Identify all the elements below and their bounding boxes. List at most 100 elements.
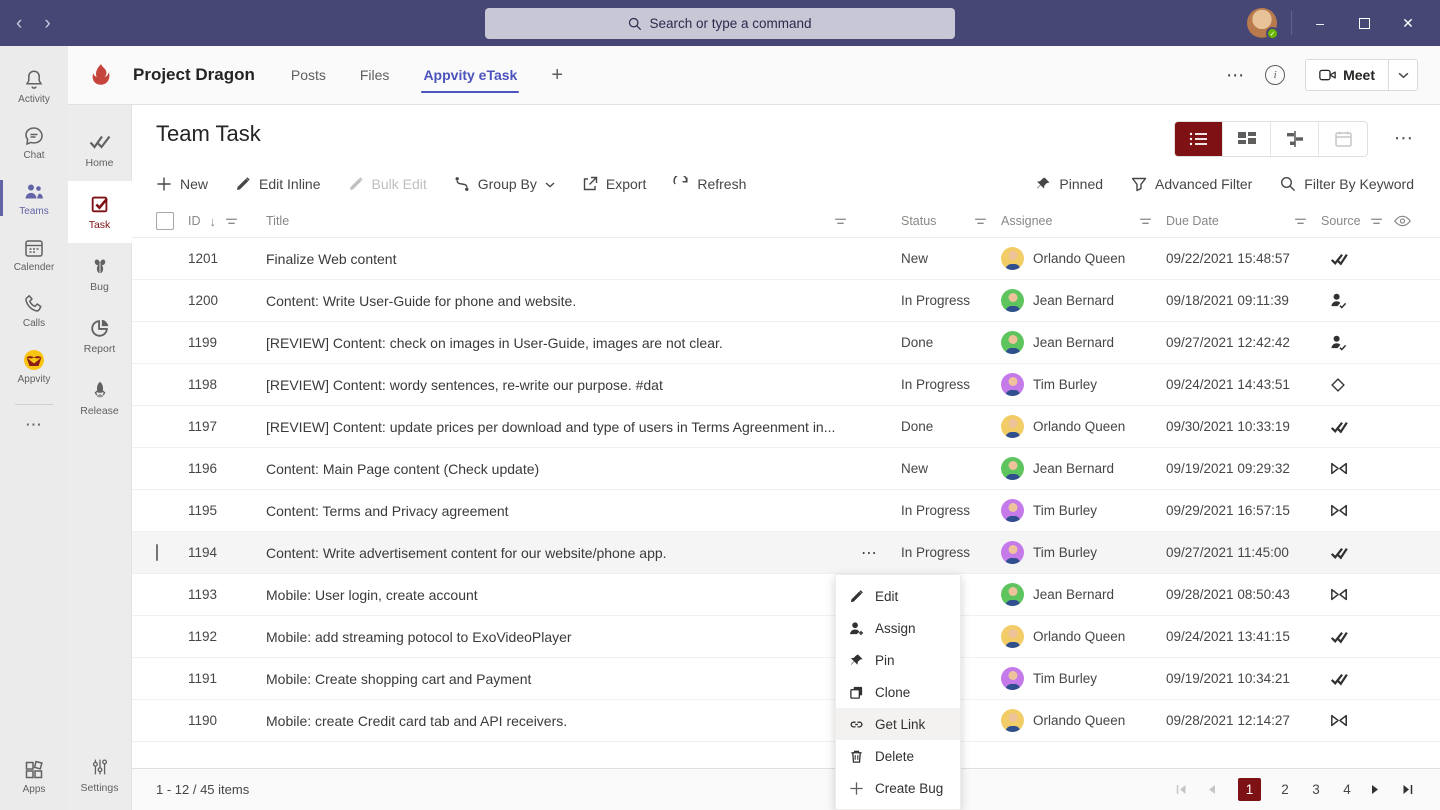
task-title[interactable]: Content: Write User-Guide for phone and … [266, 293, 861, 309]
column-header-source[interactable]: Source [1321, 214, 1361, 228]
more-apps-icon[interactable]: ⋯ [25, 415, 43, 435]
task-title[interactable]: Content: Write advertisement content for… [266, 545, 861, 561]
info-icon[interactable]: i [1265, 65, 1286, 85]
tab-posts[interactable]: Posts [291, 67, 326, 83]
bulk-edit-button[interactable]: Bulk Edit [348, 176, 427, 192]
sidebar-item-settings[interactable]: Settings [68, 744, 132, 806]
first-page-button[interactable] [1176, 784, 1190, 795]
filter-icon[interactable] [974, 217, 987, 226]
list-view-button[interactable] [1175, 122, 1223, 156]
filter-icon[interactable] [1139, 217, 1152, 226]
page-button-3[interactable]: 3 [1309, 782, 1323, 797]
filter-icon[interactable] [225, 217, 238, 226]
sidebar-item-bug[interactable]: Bug [68, 243, 132, 305]
last-page-button[interactable] [1402, 784, 1416, 795]
prev-page-button[interactable] [1207, 784, 1221, 795]
sidebar-item-report[interactable]: Report [68, 305, 132, 367]
select-all-checkbox[interactable] [156, 212, 174, 230]
table-row[interactable]: 1192 Mobile: add streaming potocol to Ex… [132, 616, 1440, 658]
menu-item-pin[interactable]: Pin [836, 644, 960, 676]
table-row[interactable]: 1190 Mobile: create Credit card tab and … [132, 700, 1440, 742]
filter-icon[interactable] [834, 217, 847, 226]
meet-button[interactable]: Meet [1305, 59, 1389, 91]
close-button[interactable]: ✕ [1386, 0, 1430, 46]
page-more-icon[interactable]: ⋯ [1394, 127, 1414, 150]
column-header-due-date[interactable]: Due Date [1166, 214, 1219, 228]
task-title[interactable]: Mobile: add streaming potocol to ExoVide… [266, 629, 861, 645]
add-tab-icon[interactable]: + [551, 64, 563, 87]
minimize-button[interactable]: – [1298, 0, 1342, 46]
sidebar-item-teams[interactable]: Teams [0, 170, 68, 226]
tab-appvity-etask[interactable]: Appvity eTask [421, 67, 520, 93]
sidebar-item-task[interactable]: Task [67, 181, 132, 243]
table-row[interactable]: 1199 [REVIEW] Content: check on images i… [132, 322, 1440, 364]
column-header-status[interactable]: Status [901, 214, 936, 228]
menu-item-delete[interactable]: Delete [836, 740, 960, 772]
menu-item-edit[interactable]: Edit [836, 580, 960, 612]
table-row[interactable]: 1196 Content: Main Page content (Check u… [132, 448, 1440, 490]
board-view-button[interactable] [1223, 122, 1271, 156]
calendar-view-button[interactable] [1319, 122, 1367, 156]
sidebar-item-home[interactable]: Home [68, 119, 132, 181]
task-title[interactable]: Content: Terms and Privacy agreement [266, 503, 861, 519]
edit-inline-button[interactable]: Edit Inline [235, 176, 321, 192]
sidebar-item-appvity[interactable]: Appvity [0, 338, 68, 394]
task-title[interactable]: [REVIEW] Content: check on images in Use… [266, 335, 861, 351]
task-title[interactable]: Mobile: Create shopping cart and Payment [266, 671, 861, 687]
table-row[interactable]: 1195 Content: Terms and Privacy agreemen… [132, 490, 1440, 532]
meet-dropdown-button[interactable] [1389, 59, 1418, 91]
new-button[interactable]: New [156, 176, 208, 192]
page-button-1[interactable]: 1 [1238, 778, 1261, 801]
maximize-button[interactable] [1342, 0, 1386, 46]
page-button-4[interactable]: 4 [1340, 782, 1354, 797]
page-button-2[interactable]: 2 [1278, 782, 1292, 797]
menu-item-get-link[interactable]: Get Link [836, 708, 960, 740]
sidebar-item-release[interactable]: Release [68, 367, 132, 429]
filter-by-keyword-button[interactable]: Filter By Keyword [1280, 176, 1414, 192]
empty-row [132, 742, 1440, 768]
task-title[interactable]: Content: Main Page content (Check update… [266, 461, 861, 477]
channel-more-icon[interactable]: ⋯ [1226, 65, 1245, 86]
task-title[interactable]: [REVIEW] Content: update prices per down… [266, 419, 861, 435]
table-row[interactable]: 1201 Finalize Web content ⋯ New Orlando … [132, 238, 1440, 280]
table-row[interactable]: 1197 [REVIEW] Content: update prices per… [132, 406, 1440, 448]
menu-item-create-bug[interactable]: Create Bug [836, 772, 960, 804]
row-more-icon[interactable]: ⋯ [861, 545, 878, 562]
table-row[interactable]: 1193 Mobile: User login, create account … [132, 574, 1440, 616]
refresh-button[interactable]: Refresh [673, 175, 746, 192]
user-avatar[interactable]: ✓ [1247, 8, 1279, 40]
tab-files[interactable]: Files [360, 67, 390, 83]
advanced-filter-button[interactable]: Advanced Filter [1131, 176, 1252, 192]
sidebar-item-chat[interactable]: Chat [0, 114, 68, 170]
menu-item-clone[interactable]: Clone [836, 676, 960, 708]
pinned-button[interactable]: Pinned [1035, 176, 1103, 192]
column-header-id[interactable]: ID [188, 214, 201, 228]
column-header-title[interactable]: Title [266, 214, 289, 228]
sidebar-item-calender[interactable]: Calender [0, 226, 68, 282]
column-header-assignee[interactable]: Assignee [1001, 214, 1052, 228]
filter-icon[interactable] [1370, 217, 1383, 226]
table-row[interactable]: 1191 Mobile: Create shopping cart and Pa… [132, 658, 1440, 700]
task-title[interactable]: Finalize Web content [266, 251, 861, 267]
forward-icon[interactable]: › [44, 14, 50, 33]
sidebar-item-activity[interactable]: Activity [0, 58, 68, 114]
table-row[interactable]: 1198 [REVIEW] Content: wordy sentences, … [132, 364, 1440, 406]
sidebar-item-apps[interactable]: Apps [0, 748, 68, 804]
filter-icon[interactable] [1294, 217, 1307, 226]
row-checkbox[interactable] [156, 544, 158, 561]
menu-item-assign[interactable]: Assign [836, 612, 960, 644]
search-input[interactable]: Search or type a command [485, 8, 955, 39]
timeline-view-button[interactable] [1271, 122, 1319, 156]
group-by-button[interactable]: Group By [454, 176, 555, 192]
table-row[interactable]: 1194 Content: Write advertisement conten… [132, 532, 1440, 574]
eye-icon[interactable] [1394, 215, 1411, 227]
task-title[interactable]: [REVIEW] Content: wordy sentences, re-wr… [266, 377, 861, 393]
sidebar-item-calls[interactable]: Calls [0, 282, 68, 338]
sort-desc-icon[interactable]: ↓ [210, 214, 217, 229]
export-button[interactable]: Export [582, 176, 646, 192]
back-icon[interactable]: ‹ [16, 14, 22, 33]
table-row[interactable]: 1200 Content: Write User-Guide for phone… [132, 280, 1440, 322]
next-page-button[interactable] [1371, 784, 1385, 795]
task-title[interactable]: Mobile: User login, create account [266, 587, 861, 603]
task-title[interactable]: Mobile: create Credit card tab and API r… [266, 713, 861, 729]
